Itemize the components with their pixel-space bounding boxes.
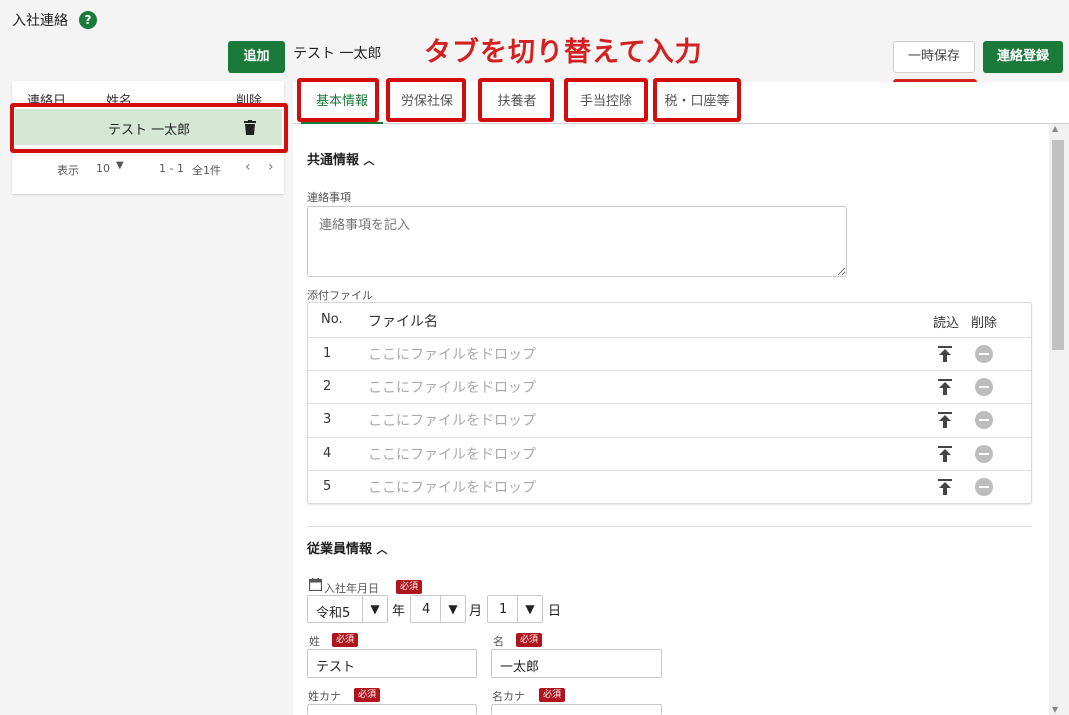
pager-range: 1 - 1 xyxy=(159,162,184,175)
common-section-title[interactable]: 共通情報 ︿ xyxy=(307,149,375,168)
drop-zone[interactable]: ここにファイルをドロップ xyxy=(368,344,536,364)
required-badge: 必須 xyxy=(332,633,359,647)
row-number: 1 xyxy=(323,346,332,361)
dropdown-arrow-icon[interactable]: ▼ xyxy=(517,596,542,622)
last-kana-label: 姓カナ xyxy=(308,690,341,703)
prev-page-icon[interactable]: ‹ xyxy=(245,159,251,175)
col-header-filename: ファイル名 xyxy=(368,314,438,330)
remove-icon[interactable] xyxy=(975,445,993,463)
per-page-select[interactable]: 10 xyxy=(96,162,110,175)
upload-icon[interactable] xyxy=(938,446,952,462)
day-select[interactable]: 1 ▼ xyxy=(487,595,543,623)
last-name-input[interactable]: テスト xyxy=(307,649,477,678)
drop-zone[interactable]: ここにファイルをドロップ xyxy=(368,410,536,430)
table-row[interactable]: 4 ここにファイルをドロップ xyxy=(308,437,1031,471)
dropdown-arrow-icon[interactable]: ▼ xyxy=(362,596,387,622)
remove-icon[interactable] xyxy=(975,411,993,429)
tab-highlight-box xyxy=(564,78,648,122)
tab-highlight-box xyxy=(386,78,466,122)
first-kana-input[interactable] xyxy=(491,704,662,715)
tab-highlight-box xyxy=(653,78,741,122)
row-number: 3 xyxy=(323,412,332,427)
chevron-up-icon[interactable]: ︿ xyxy=(364,154,375,167)
last-kana-input[interactable] xyxy=(307,704,477,715)
scrollbar-thumb[interactable] xyxy=(1052,140,1064,350)
first-name-input[interactable]: 一太郎 xyxy=(491,649,662,678)
chevron-down-icon[interactable]: ▼ xyxy=(116,160,124,171)
select-value: 4 xyxy=(422,602,431,617)
day-unit: 日 xyxy=(548,604,562,619)
help-icon[interactable]: ? xyxy=(79,11,97,29)
temp-save-button[interactable]: 一時保存 xyxy=(893,41,975,73)
remove-icon[interactable] xyxy=(975,345,993,363)
col-header-delete: 削除 xyxy=(971,316,998,331)
row-number: 2 xyxy=(323,379,332,394)
table-row[interactable]: 3 ここにファイルをドロップ xyxy=(308,403,1031,437)
scroll-up-icon[interactable]: ▲ xyxy=(1052,124,1058,133)
memo-input[interactable] xyxy=(307,206,847,277)
row-number: 4 xyxy=(323,446,332,461)
tab-highlight-box xyxy=(478,78,554,122)
required-badge: 必須 xyxy=(516,633,543,647)
col-header-no: No. xyxy=(321,312,343,327)
table-row[interactable]: 1 ここにファイルをドロップ xyxy=(308,337,1031,371)
chevron-up-icon[interactable]: ︿ xyxy=(377,543,388,556)
employee-section-title[interactable]: 従業員情報 ︿ xyxy=(307,538,388,557)
section-title-text: 従業員情報 xyxy=(307,542,373,557)
last-name-label: 姓 xyxy=(309,635,320,648)
section-title-text: 共通情報 xyxy=(307,153,360,168)
era-year-select[interactable]: 令和5 ▼ xyxy=(307,595,388,623)
upload-icon[interactable] xyxy=(938,412,952,428)
register-button[interactable]: 連絡登録 xyxy=(983,41,1063,73)
upload-icon[interactable] xyxy=(938,479,952,495)
upload-icon[interactable] xyxy=(938,379,952,395)
pager-total: 全1件 xyxy=(192,164,221,177)
add-button[interactable]: 追加 xyxy=(228,41,285,73)
table-row[interactable]: 2 ここにファイルをドロップ xyxy=(308,370,1031,404)
calendar-icon xyxy=(309,578,322,591)
year-unit: 年 xyxy=(392,604,406,619)
first-kana-label: 名カナ xyxy=(492,690,525,703)
table-row[interactable]: 5 ここにファイルをドロップ xyxy=(308,470,1031,504)
memo-label: 連絡事項 xyxy=(307,191,351,204)
drop-zone[interactable]: ここにファイルをドロップ xyxy=(368,477,536,497)
required-badge: 必須 xyxy=(539,688,566,702)
attach-label: 添付ファイル xyxy=(307,289,373,302)
select-value: 1 xyxy=(499,602,508,617)
row-number: 5 xyxy=(323,479,332,494)
remove-icon[interactable] xyxy=(975,478,993,496)
required-badge: 必須 xyxy=(354,688,381,702)
col-header-read: 読込 xyxy=(933,316,960,331)
drop-zone[interactable]: ここにファイルをドロップ xyxy=(368,377,536,397)
employee-name-heading: テスト 一太郎 xyxy=(293,46,382,62)
first-name-label: 名 xyxy=(493,635,504,648)
required-badge: 必須 xyxy=(396,580,423,594)
annotation-text: タブを切り替えて入力 xyxy=(424,37,703,68)
hire-date-label: 入社年月日 xyxy=(324,582,379,595)
app-title: 入社連絡 xyxy=(12,13,68,29)
next-page-icon[interactable]: › xyxy=(268,159,274,175)
month-select[interactable]: 4 ▼ xyxy=(410,595,466,623)
dropdown-arrow-icon[interactable]: ▼ xyxy=(440,596,465,622)
month-unit: 月 xyxy=(469,604,483,619)
row-highlight-box xyxy=(10,103,288,153)
drop-zone[interactable]: ここにファイルをドロップ xyxy=(368,444,536,464)
remove-icon[interactable] xyxy=(975,378,993,396)
upload-icon[interactable] xyxy=(938,346,952,362)
scroll-down-icon[interactable]: ▼ xyxy=(1052,705,1058,714)
tab-highlight-box xyxy=(297,78,379,122)
file-table: No. ファイル名 読込 削除 1 ここにファイルをドロップ 2 ここにファイル… xyxy=(307,302,1032,504)
section-divider xyxy=(307,526,1032,527)
select-value: 令和5 xyxy=(316,606,351,621)
pager-show-label: 表示 xyxy=(57,164,79,177)
